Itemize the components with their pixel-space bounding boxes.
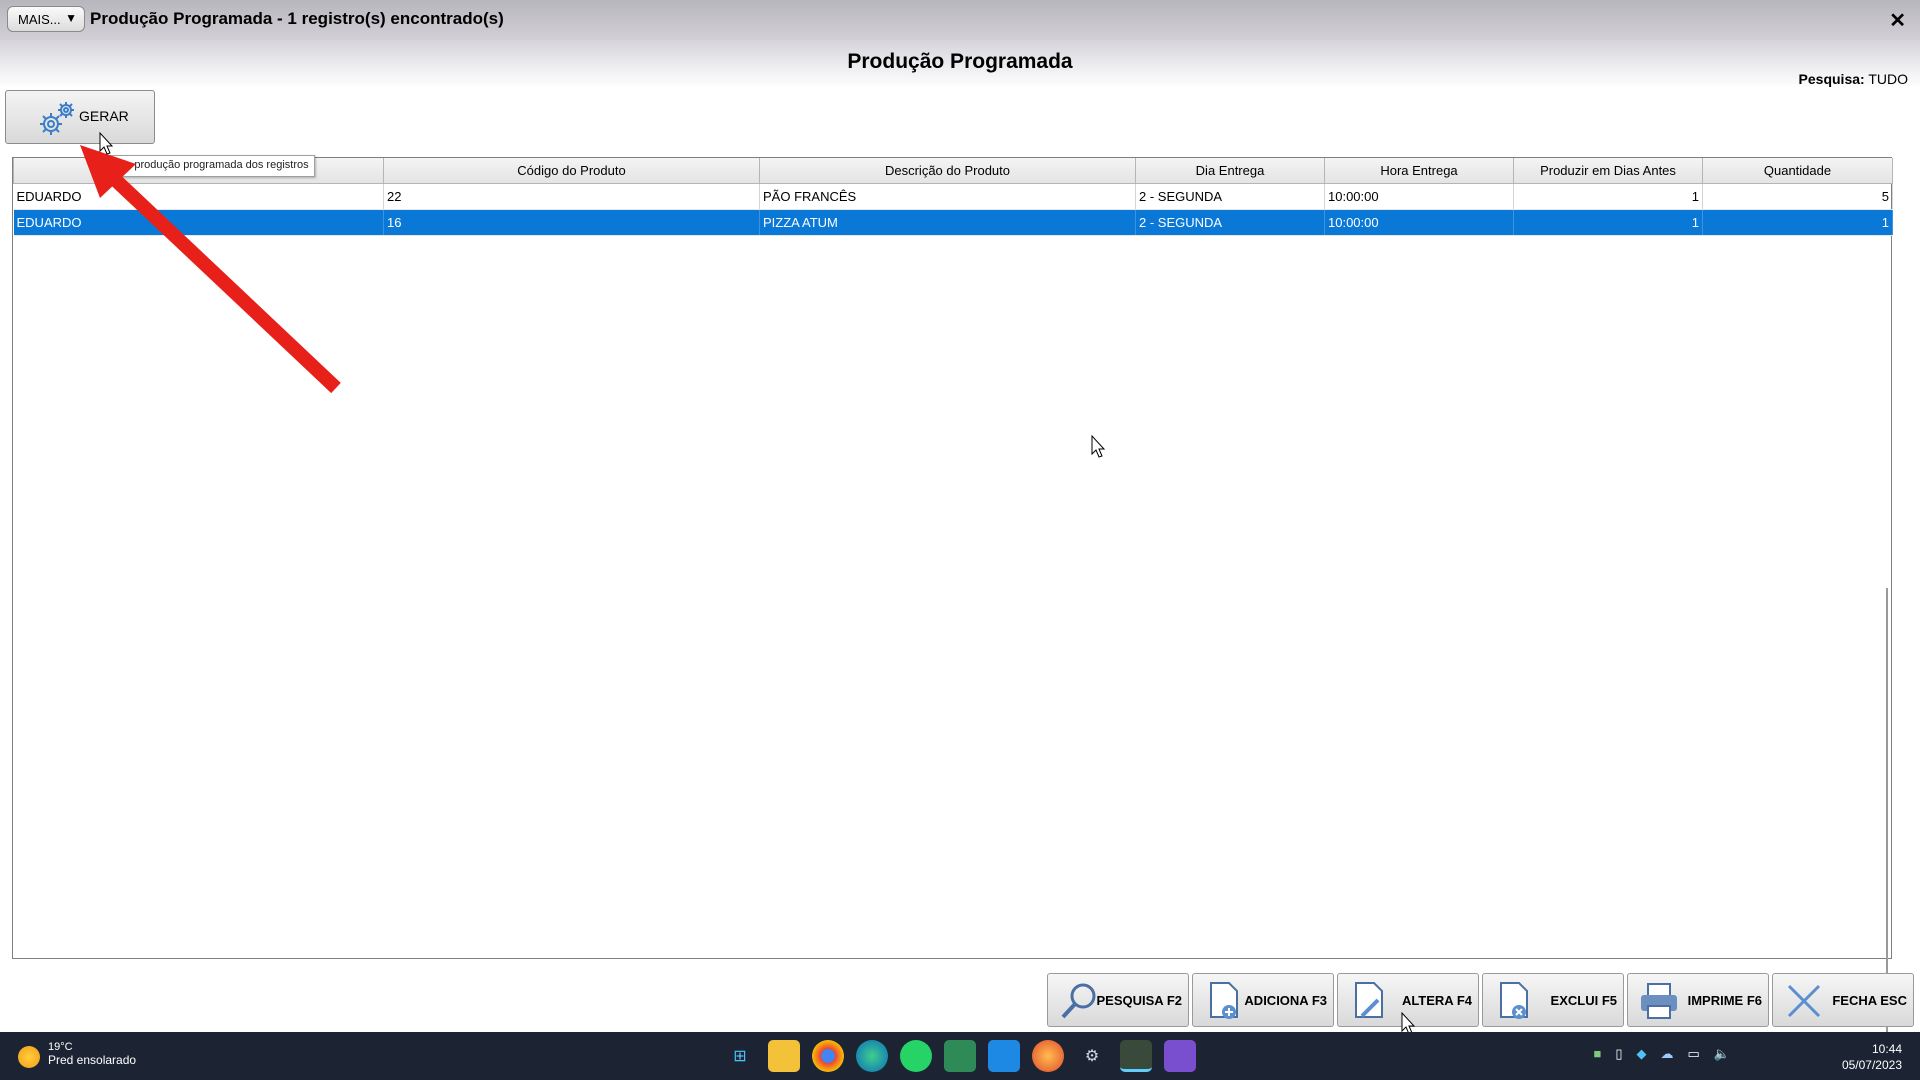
page-title: Produção Programada <box>847 50 1073 73</box>
table-cell-dias-antes: 1 <box>1513 183 1703 210</box>
table-row[interactable]: EDUARDO 22 PÃO FRANCÊS 2 - SEGUNDA 10:00… <box>13 183 1893 210</box>
table-row-selected[interactable]: EDUARDO 16 PIZZA ATUM 2 - SEGUNDA 10:00:… <box>13 209 1893 236</box>
altera-label: ALTERA F4 <box>1401 993 1472 1008</box>
usb-device-icon[interactable]: ▯ <box>1615 1046 1622 1062</box>
table-cell-dia: 2 - SEGUNDA <box>1135 183 1325 210</box>
table-cell-codigo: 16 <box>383 209 760 236</box>
edit-document-icon <box>1355 982 1383 1018</box>
column-header-produzir-dias-antes[interactable]: Produzir em Dias Antes <box>1513 158 1703 184</box>
column-header-dia-entrega[interactable]: Dia Entrega <box>1135 158 1325 184</box>
column-header-hora-entrega[interactable]: Hora Entrega <box>1324 158 1514 184</box>
weather-widget[interactable]: 19°C Pred ensolarado <box>18 1041 136 1068</box>
volume-icon[interactable]: 🔈 <box>1714 1046 1730 1062</box>
chrome-icon[interactable] <box>812 1040 844 1072</box>
security-shield-icon[interactable]: ◆ <box>1637 1046 1647 1062</box>
taskbar-apps: ⊞ ⚙ <box>724 1040 1196 1072</box>
printer-icon <box>1641 983 1677 1019</box>
close-window-icon[interactable]: ✕ <box>1889 8 1906 33</box>
whatsapp-icon[interactable] <box>900 1040 932 1072</box>
tray-app-icon[interactable]: ■ <box>1594 1046 1602 1062</box>
fecha-label: FECHA ESC <box>1832 993 1907 1008</box>
pesquisa-label: PESQUISA F2 <box>1096 993 1182 1008</box>
search-filter-label: Pesquisa: <box>1798 71 1865 87</box>
altera-button[interactable]: ALTERA F4 <box>1337 973 1479 1027</box>
production-table[interactable]: Código do Produto Descrição do Produto D… <box>12 157 1893 1080</box>
gears-icon <box>40 102 74 135</box>
table-cell-descricao: PIZZA ATUM <box>759 209 1136 236</box>
adiciona-button[interactable]: ADICIONA F3 <box>1192 973 1334 1027</box>
messaging-app-icon[interactable] <box>988 1040 1020 1072</box>
sun-icon <box>18 1046 40 1068</box>
settings-gear-icon[interactable]: ⚙ <box>1076 1040 1108 1072</box>
pesquisa-button[interactable]: PESQUISA F2 <box>1047 973 1189 1027</box>
imprime-label: IMPRIME F6 <box>1687 993 1762 1008</box>
weather-description: Pred ensolarado <box>48 1053 137 1067</box>
window-titlebar: MAIS... ▼ Produção Programada - 1 regist… <box>0 0 1920 40</box>
gerar-label: GERAR <box>79 108 129 124</box>
exclui-label: EXCLUI F5 <box>1550 993 1617 1008</box>
column-header-descricao-produto[interactable]: Descrição do Produto <box>759 158 1136 184</box>
table-cell-descricao: PÃO FRANCÊS <box>759 183 1136 210</box>
adiciona-label: ADICIONA F3 <box>1244 993 1327 1008</box>
weather-temperature: 19°C <box>48 1041 73 1053</box>
window-title: Produção Programada - 1 registro(s) enco… <box>90 9 504 28</box>
erp-app-icon[interactable] <box>1120 1040 1152 1072</box>
gerar-button[interactable]: GERAR <box>5 90 155 144</box>
table-cell-codigo: 22 <box>383 183 760 210</box>
chevron-down-icon: ▼ <box>65 11 77 25</box>
table-cell-user: EDUARDO <box>13 209 384 236</box>
windows-taskbar: 19°C Pred ensolarado ⊞ ⚙ ■ ▯ ◆ ☁ ▭ 🔈 10:… <box>0 1032 1920 1080</box>
mais-dropdown-button[interactable]: MAIS... ▼ <box>7 6 85 32</box>
close-icon <box>1787 984 1821 1018</box>
gerar-tooltip: a a produção programada dos registros <box>110 155 315 177</box>
table-cell-dias-antes: 1 <box>1513 209 1703 236</box>
system-tray: ■ ▯ ◆ ☁ ▭ 🔈 <box>1594 1046 1731 1062</box>
table-cell-quantidade: 5 <box>1702 183 1893 210</box>
firefox-icon[interactable] <box>1032 1040 1064 1072</box>
file-explorer-icon[interactable] <box>768 1040 800 1072</box>
cloud-sync-icon[interactable]: ☁ <box>1661 1046 1674 1062</box>
column-header-quantidade[interactable]: Quantidade <box>1702 158 1893 184</box>
column-header-codigo-produto[interactable]: Código do Produto <box>383 158 760 184</box>
table-cell-dia: 2 - SEGUNDA <box>1135 209 1325 236</box>
clock-time: 10:44 <box>1871 1042 1902 1056</box>
table-cell-hora: 10:00:00 <box>1324 183 1514 210</box>
table-cell-hora: 10:00:00 <box>1324 209 1514 236</box>
fecha-button[interactable]: FECHA ESC <box>1772 973 1914 1027</box>
search-filter-value: TUDO <box>1868 71 1908 87</box>
spreadsheet-app-icon[interactable] <box>944 1040 976 1072</box>
delete-document-icon <box>1500 982 1528 1019</box>
media-app-icon[interactable] <box>1164 1040 1196 1072</box>
table-cell-quantidade: 1 <box>1702 209 1893 236</box>
exclui-button[interactable]: EXCLUI F5 <box>1482 973 1624 1027</box>
search-filter-status: Pesquisa: TUDO <box>1799 71 1908 87</box>
add-document-icon <box>1210 982 1238 1019</box>
clock-date: 05/07/2023 <box>1841 1058 1902 1072</box>
windows-start-icon[interactable]: ⊞ <box>724 1040 756 1072</box>
table-cell-user: EDUARDO <box>13 183 384 210</box>
search-icon <box>1061 983 1096 1019</box>
bottom-toolbar: PESQUISA F2 ADICIONA F3 ALTERA F4 EXCLUI… <box>1047 973 1914 1027</box>
mais-label: MAIS... <box>18 11 61 27</box>
network-icon[interactable]: ▭ <box>1688 1046 1700 1062</box>
imprime-button[interactable]: IMPRIME F6 <box>1627 973 1769 1027</box>
system-clock[interactable]: 10:44 05/07/2023 <box>1842 1041 1902 1073</box>
edge-icon[interactable] <box>856 1040 888 1072</box>
